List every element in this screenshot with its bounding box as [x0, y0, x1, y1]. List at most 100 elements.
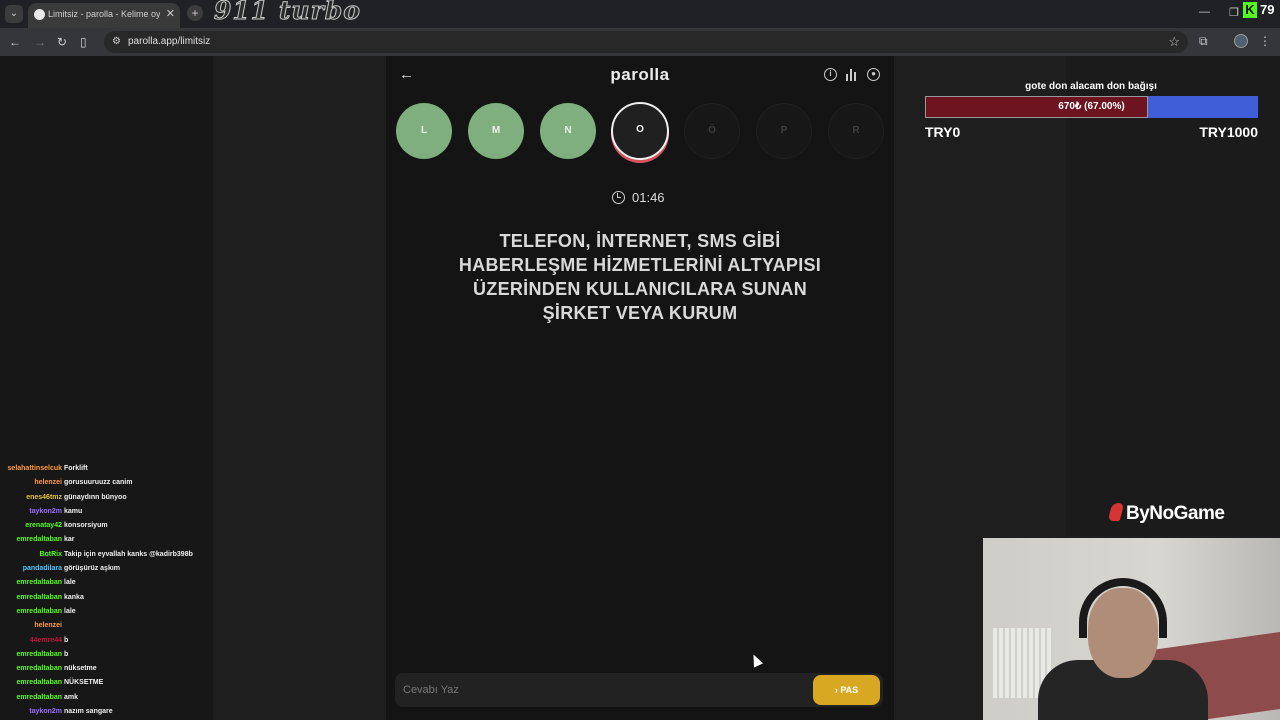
chat-username[interactable]: 44emre44	[30, 637, 62, 644]
letter-circle: L	[396, 103, 452, 159]
chat-username[interactable]: emredaltaban	[16, 679, 62, 686]
chat-username[interactable]: pandadilara	[23, 565, 62, 572]
chat-message: emredaltaban lale	[0, 605, 213, 619]
chat-text: lale	[64, 579, 76, 587]
answer-input[interactable]	[403, 680, 803, 700]
restore-icon[interactable]: ❐	[1229, 6, 1239, 19]
browser-menu-icon[interactable]: ⋮	[1259, 34, 1271, 48]
answer-box	[395, 673, 883, 707]
chat-text: kanka	[64, 593, 84, 601]
chat-text: günaydınn bünyoo	[64, 493, 127, 501]
chat-username[interactable]: enes46tmz	[26, 494, 62, 501]
chat-message: erenatay42 konsorsiyum	[0, 519, 213, 533]
game-back-icon[interactable]: ←	[399, 66, 414, 83]
letter-circle: P	[756, 103, 812, 159]
profile-icon[interactable]: ●	[867, 68, 880, 81]
chat-message: emredaltaban kar	[0, 533, 213, 547]
chat-username[interactable]: selahattinselcuk	[8, 465, 62, 472]
browser-tab[interactable]: Limitsiz - parolla - Kelime oyunu ✕	[28, 3, 180, 28]
chat-message: 44emre44 b	[0, 634, 213, 648]
pass-label: PAS	[840, 685, 859, 695]
chat-username[interactable]: emredaltaban	[16, 665, 62, 672]
chat-text: nazım sangare	[64, 708, 113, 716]
url-text: parolla.app/limitsiz	[128, 36, 211, 47]
back-icon[interactable]: ←	[9, 35, 21, 49]
new-tab-icon[interactable]: +	[187, 5, 203, 21]
tab-title: Limitsiz - parolla - Kelime oyunu	[48, 9, 160, 19]
overlay-911-logo: 911 turbo	[214, 0, 361, 26]
bookmark-star-icon[interactable]: ☆	[1168, 34, 1180, 50]
sponsor-name: ByNoGame	[1126, 503, 1225, 524]
tab-close-icon[interactable]: ✕	[166, 7, 175, 20]
chevron-right-icon: ›	[834, 685, 838, 695]
letter-circle: N	[540, 103, 596, 159]
stats-icon[interactable]	[846, 69, 858, 81]
donation-progress-bar: 670₺ (67.00%)	[925, 96, 1258, 118]
timer-value: 01:46	[632, 190, 665, 205]
clock-icon	[612, 191, 625, 204]
chat-text: NÜKSETME	[64, 679, 104, 687]
chat-message: emredaltaban amk	[0, 691, 213, 705]
chat-message: pandadilara görüşürüz aşkım	[0, 562, 213, 576]
chat-username[interactable]: erenatay42	[25, 522, 62, 529]
chat-text: Forklift	[64, 465, 88, 472]
chat-message: selahattinselcuk Forklift	[0, 462, 213, 476]
sponsor-logo: ByNoGame	[1107, 503, 1225, 525]
browser-tab-bar: ⌄ Limitsiz - parolla - Kelime oyunu ✕ + …	[0, 0, 1280, 28]
chat-username[interactable]: emredaltaban	[16, 651, 62, 658]
info-icon[interactable]: i	[824, 68, 837, 81]
minimize-icon[interactable]: —	[1199, 6, 1210, 18]
chat-text: konsorsiyum	[64, 522, 108, 530]
chat-message: emredaltaban kanka	[0, 591, 213, 605]
site-info-icon[interactable]: ⚙	[112, 36, 121, 47]
donation-max-label: TRY1000	[1199, 124, 1258, 140]
chat-text: nüksetme	[64, 665, 97, 673]
extensions-icon[interactable]: ⧉	[1199, 34, 1208, 49]
forward-icon[interactable]: →	[34, 35, 46, 49]
tab-search-icon[interactable]: ⌄	[5, 5, 23, 23]
chat-text: amk	[64, 693, 79, 701]
chat-message: emredaltaban lale	[0, 576, 213, 590]
chat-username[interactable]: BotRix	[39, 551, 62, 558]
letter-circle-active: O	[611, 102, 669, 160]
address-bar-row: ← → ↻ ▯ ⚙ parolla.app/limitsiz ☆ ⧉ ⋮	[0, 28, 1280, 56]
donation-title: gote don alacam don bağışı	[1025, 81, 1157, 92]
letter-circle: M	[468, 103, 524, 159]
chat-username[interactable]: helenzei	[34, 622, 62, 629]
webcam-feed	[983, 538, 1280, 720]
tab-favicon-icon	[34, 9, 45, 20]
chat-message: taykon2m nazım sangare	[0, 705, 213, 719]
screen: ⌄ Limitsiz - parolla - Kelime oyunu ✕ + …	[0, 0, 1280, 720]
reload-icon[interactable]: ↻	[57, 35, 67, 49]
chat-message: taykon2m kamu	[0, 505, 213, 519]
chat-text: b	[64, 650, 69, 658]
chat-username[interactable]: emredaltaban	[16, 536, 62, 543]
chat-list: selahattinselcuk Forklift helenzei gorusuur…	[0, 462, 213, 719]
question-text: TELEFON, İNTERNET, SMS GİBİ HABERLEŞME H…	[458, 231, 822, 323]
sidebar-icon[interactable]: ▯	[80, 35, 87, 49]
chat-text: kamu	[64, 507, 83, 515]
chat-username[interactable]: helenzei	[34, 479, 62, 486]
timer: 01:46	[600, 190, 680, 206]
kick-logo-icon: K	[1243, 2, 1257, 18]
chat-username[interactable]: emredaltaban	[16, 694, 62, 701]
chat-username[interactable]: taykon2m	[29, 708, 62, 715]
chat-message: enes46tmz günaydınn bünyoo	[0, 491, 213, 505]
bynogame-mark-icon	[1107, 503, 1125, 521]
url-field[interactable]: ⚙ parolla.app/limitsiz ☆	[104, 31, 1188, 53]
chat-message: BotRix Takip için eyvallah kanks @kadirb3…	[0, 548, 213, 562]
profile-avatar[interactable]	[1234, 34, 1248, 48]
chat-text: lale	[64, 607, 76, 615]
kick-viewer-count: 79	[1260, 2, 1275, 17]
chat-username[interactable]: emredaltaban	[16, 579, 62, 586]
chat-text: b	[64, 636, 69, 644]
chat-text: Takip için eyvallah kanks @kadirb398b	[64, 550, 193, 558]
game-brand[interactable]: parolla	[560, 65, 720, 85]
pass-button[interactable]: › PAS	[813, 675, 880, 705]
chat-message: emredaltaban nüksetme	[0, 662, 213, 676]
chat-text: görüşürüz aşkım	[64, 565, 121, 573]
chat-username[interactable]: taykon2m	[29, 508, 62, 515]
chat-username[interactable]: emredaltaban	[16, 608, 62, 615]
chat-text: gorusuuruuzz canim	[64, 479, 133, 487]
chat-username[interactable]: emredaltaban	[16, 594, 62, 601]
